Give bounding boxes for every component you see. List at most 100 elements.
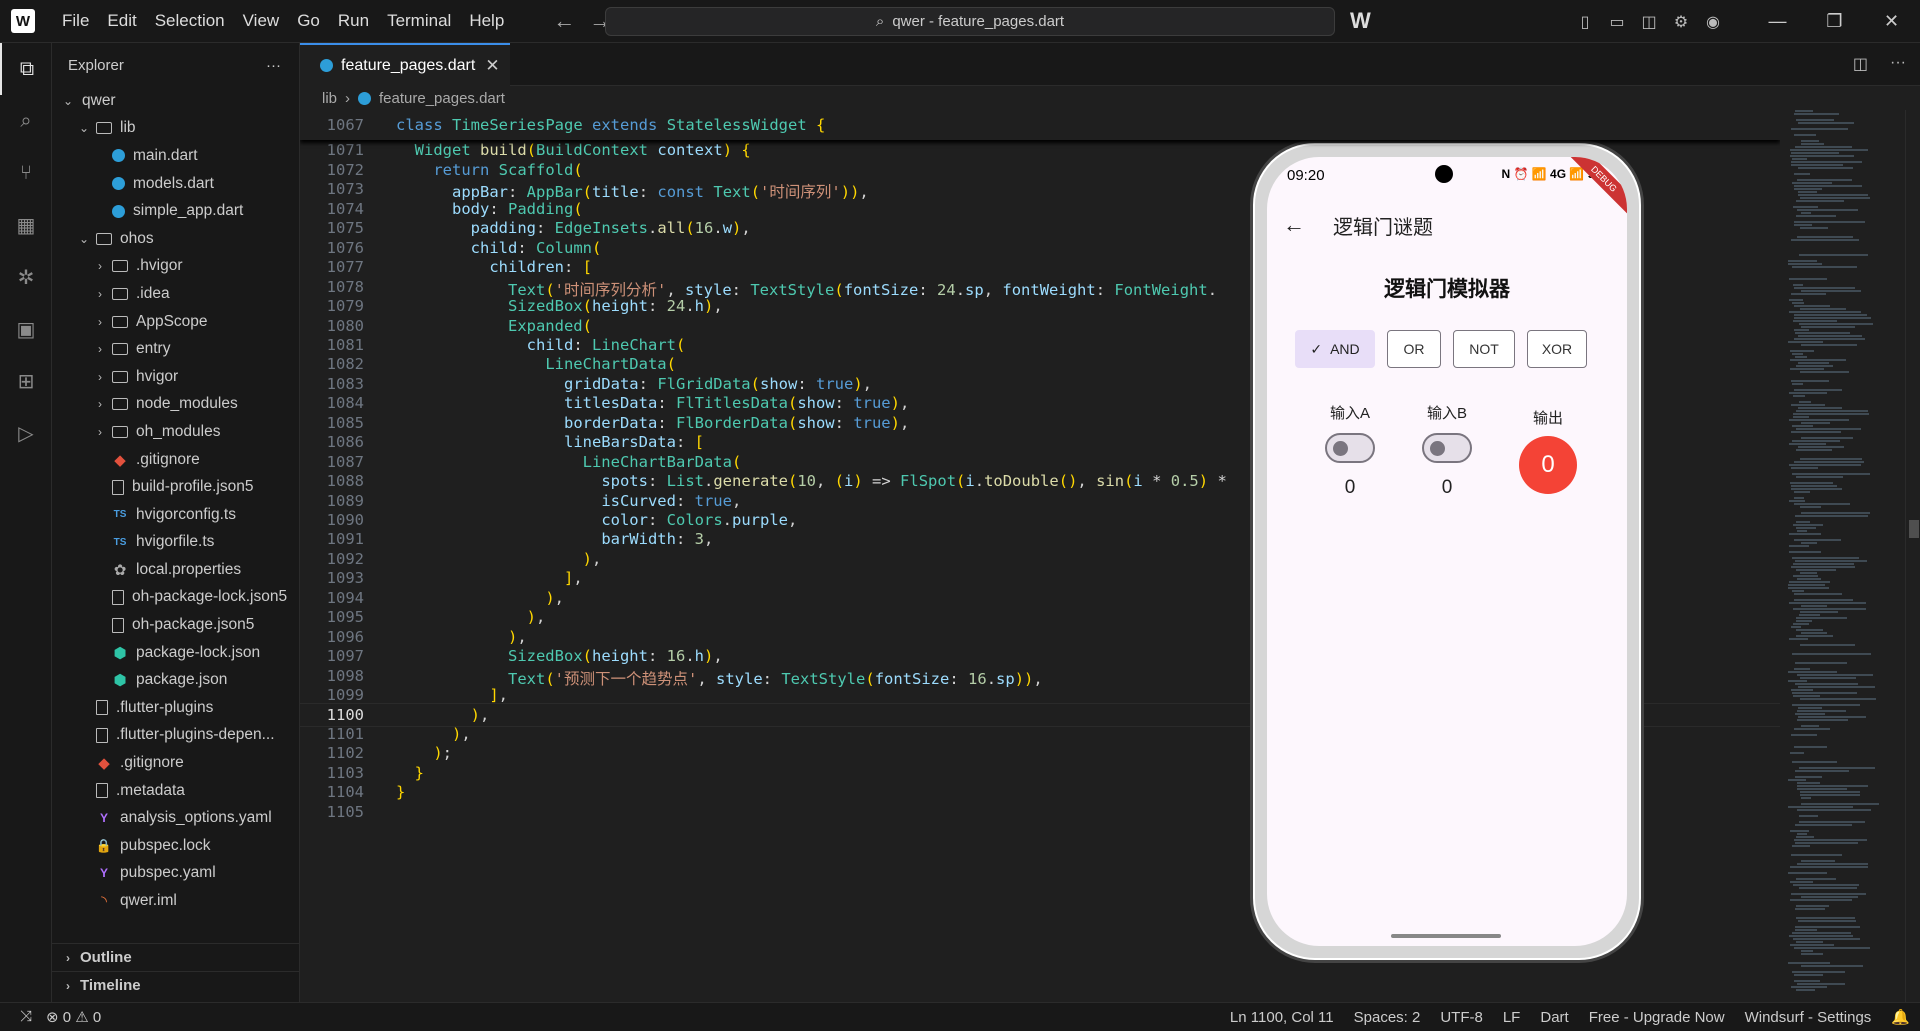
tree-item[interactable]: TS hvigorfile.ts [52,529,300,557]
remote-explorer-icon[interactable]: ▣ [0,303,52,355]
toggle-secondary-sidebar-icon[interactable]: ◫ [1633,12,1665,32]
code-line: gridData: FlGridData(show: true), [563,374,872,393]
tree-item[interactable]: ⬢ package.json [52,666,300,694]
tree-item[interactable]: ⌄ qwer [52,87,300,115]
minimap-line [1801,605,1827,607]
phone-screen[interactable]: 09:20 N ⏰ 📶 4G 📶 96 DEBUG ← 逻辑门谜题 逻辑门模拟器… [1267,157,1627,946]
menu-item-run[interactable]: Run [329,11,378,31]
minimap-line [1789,299,1803,301]
tree-item[interactable]: oh-package-lock.json5 [52,584,300,612]
encoding[interactable]: UTF-8 [1430,1009,1493,1026]
pkg-icon: ⬢ [113,644,127,662]
tree-item[interactable]: › AppScope [52,308,300,336]
tree-item[interactable]: models.dart [52,170,300,198]
close-tab-icon[interactable]: ✕ [485,56,499,76]
split-editor-icon[interactable]: ◫ [1853,54,1868,74]
minimap-line [1799,821,1865,823]
map-icon[interactable]: ▦ [0,199,52,251]
sticky-scroll[interactable]: 1067 class TimeSeriesPage extends Statel… [300,110,1780,140]
toggle-panel-icon[interactable]: ▭ [1601,12,1633,32]
run-icon[interactable]: ▷ [0,407,52,459]
tree-item[interactable]: ✿ local.properties [52,556,300,584]
outline-section[interactable]: › Outline [52,943,300,971]
tree-item[interactable]: ◝ qwer.iml [52,887,300,915]
scrollbar-thumb[interactable] [1909,520,1919,538]
minimap-line [1788,779,1806,781]
breadcrumb-file[interactable]: feature_pages.dart [379,90,505,107]
account-icon[interactable]: ◉ [1697,12,1729,32]
remote-icon[interactable]: ⤨ [20,1008,32,1025]
tree-item[interactable]: ⌄ lib [52,115,300,143]
breadcrumb-folder[interactable]: lib [322,90,337,107]
windsurf-logo-icon[interactable]: W [11,9,35,33]
chevron-right-icon: › [345,89,351,107]
debug-icon[interactable]: ✲ [0,251,52,303]
menu-item-go[interactable]: Go [288,11,329,31]
tree-item[interactable]: .metadata [52,777,300,805]
chevron-right-icon: › [98,397,102,412]
extensions-icon[interactable]: ⊞ [0,355,52,407]
minimap[interactable] [1780,110,1905,1002]
windsurf-wordmark-icon[interactable]: W [1350,8,1371,34]
tree-item[interactable]: 🔒 pubspec.lock [52,832,300,860]
gate-button-not[interactable]: NOT [1453,330,1515,368]
tree-item[interactable]: simple_app.dart [52,197,300,225]
command-center-search[interactable]: ⌕ qwer - feature_pages.dart [605,7,1335,36]
minimap-line [1789,533,1821,535]
accounts-bottom-icon[interactable] [0,950,52,1002]
tree-item[interactable]: ◆ .gitignore [52,749,300,777]
tab-feature-pages[interactable]: feature_pages.dart ✕ [300,43,510,86]
tree-item[interactable]: › .hvigor [52,253,300,281]
tree-item[interactable]: build-profile.json5 [52,473,300,501]
source-control-icon[interactable]: ⑂ [0,147,52,199]
tree-item[interactable]: .flutter-plugins-depen... [52,722,300,750]
tree-item[interactable]: TS hvigorconfig.ts [52,501,300,529]
tree-item[interactable]: Ypubspec.yaml [52,860,300,888]
tree-item[interactable]: oh-package.json5 [52,611,300,639]
tree-item[interactable]: ◆ .gitignore [52,446,300,474]
indentation[interactable]: Spaces: 2 [1344,1009,1431,1026]
gear-icon[interactable]: ⚙ [1665,12,1697,32]
more-actions-icon[interactable]: ··· [1890,54,1906,74]
cursor-position[interactable]: Ln 1100, Col 11 [1220,1009,1344,1026]
menu-item-help[interactable]: Help [460,11,513,31]
tree-item[interactable]: › entry [52,335,300,363]
toggle-sidebar-icon[interactable]: ▯ [1569,12,1601,32]
menu-item-file[interactable]: File [53,11,98,31]
more-actions-icon[interactable]: ··· [266,57,281,74]
minimap-line [1801,950,1813,952]
minimize-button[interactable]: — [1749,11,1806,32]
tree-item[interactable]: Yanalysis_options.yaml [52,804,300,832]
menu-item-edit[interactable]: Edit [98,11,145,31]
bell-icon[interactable]: 🔔 [1881,1008,1920,1026]
menu-item-terminal[interactable]: Terminal [378,11,460,31]
close-window-button[interactable]: ✕ [1863,11,1920,32]
menu-item-view[interactable]: View [234,11,289,31]
input-a-switch[interactable] [1325,433,1375,463]
language-mode[interactable]: Dart [1530,1009,1578,1026]
explorer-icon[interactable]: ⧉ [0,43,52,95]
gate-button-and[interactable]: ✓ AND [1295,330,1375,368]
line-ending[interactable]: LF [1493,1009,1531,1026]
maximize-button[interactable]: ❐ [1806,11,1863,32]
menu-item-selection[interactable]: Selection [146,11,234,31]
tree-item[interactable]: › oh_modules [52,418,300,446]
tree-item[interactable]: ⌄ ohos [52,225,300,253]
problems-indicator[interactable]: ⊗ 0 ⚠ 0 [46,1008,101,1026]
timeline-section[interactable]: › Timeline [52,971,300,999]
tree-item[interactable]: › .idea [52,280,300,308]
back-arrow-icon[interactable]: ← [1283,212,1305,238]
tree-item[interactable]: ⬢ package-lock.json [52,639,300,667]
upgrade-link[interactable]: Free - Upgrade Now [1579,1009,1735,1026]
gate-button-or[interactable]: OR [1387,330,1441,368]
input-b-switch[interactable] [1422,433,1472,463]
tree-item[interactable]: › node_modules [52,391,300,419]
back-arrow-icon[interactable]: ← [553,8,575,34]
search-view-icon[interactable]: ⌕ [0,95,52,147]
vertical-scrollbar[interactable] [1905,110,1920,1002]
gate-button-xor[interactable]: XOR [1527,330,1587,368]
tree-item[interactable]: › hvigor [52,363,300,391]
tree-item[interactable]: main.dart [52,142,300,170]
windsurf-settings[interactable]: Windsurf - Settings [1735,1009,1882,1026]
tree-item[interactable]: .flutter-plugins [52,694,300,722]
